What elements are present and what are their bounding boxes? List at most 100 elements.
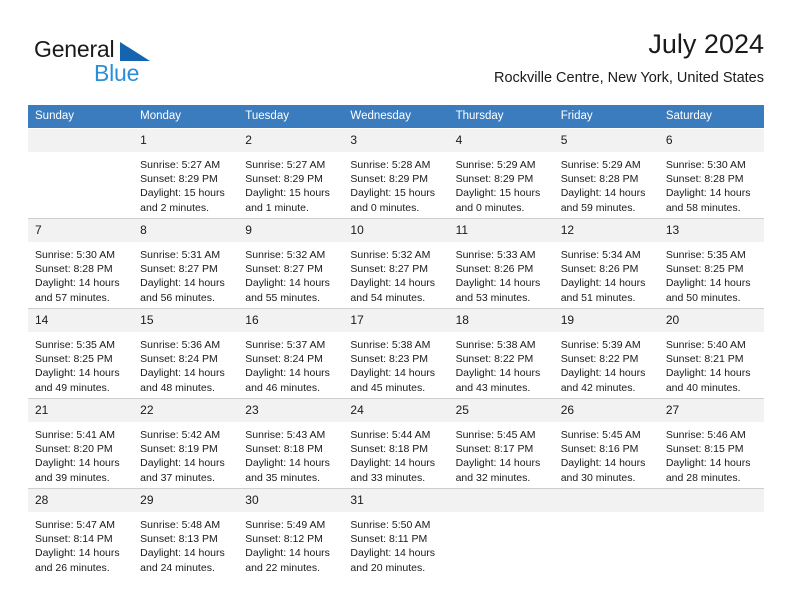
calendar-day-cell[interactable]: 22 Sunrise: 5:42 AM Sunset: 8:19 PM Dayligh… bbox=[133, 398, 239, 489]
daylight-line-1: Daylight: 14 hours bbox=[140, 457, 225, 470]
calendar-table: Sunday Monday Tuesday Wednesday Thursday… bbox=[28, 105, 764, 579]
daylight-line-2: and 53 minutes. bbox=[455, 291, 531, 304]
calendar-header-row: Sunday Monday Tuesday Wednesday Thursday… bbox=[28, 105, 764, 129]
daylight-line-2: and 59 minutes. bbox=[560, 201, 636, 214]
day-details: Sunrise: 5:37 AM Sunset: 8:24 PM Daylight:… bbox=[238, 332, 343, 395]
calendar-day-cell[interactable]: 8 Sunrise: 5:31 AM Sunset: 8:27 PM Daylight… bbox=[133, 218, 239, 309]
day-number: 29 bbox=[133, 489, 239, 512]
calendar-day-cell[interactable]: 19 Sunrise: 5:39 AM Sunset: 8:22 PM Dayligh… bbox=[553, 308, 659, 399]
title-block: July 2024 Rockville Centre, New York, Un… bbox=[494, 28, 764, 87]
calendar-day-cell[interactable]: 24 Sunrise: 5:44 AM Sunset: 8:18 PM Dayligh… bbox=[343, 398, 449, 489]
column-header-tuesday: Tuesday bbox=[238, 105, 344, 129]
day-details: Sunrise: 5:46 AM Sunset: 8:15 PM Daylight:… bbox=[659, 422, 764, 485]
calendar-day-cell[interactable]: 14 Sunrise: 5:35 AM Sunset: 8:25 PM Dayligh… bbox=[28, 308, 134, 399]
day-number: 6 bbox=[658, 129, 764, 152]
sunset-time: Sunset: 8:18 PM bbox=[245, 443, 323, 456]
calendar-day-cell[interactable]: 5 Sunrise: 5:29 AM Sunset: 8:28 PM Daylight… bbox=[553, 128, 659, 219]
sunrise-time: Sunrise: 5:30 AM bbox=[665, 159, 746, 171]
calendar-day-cell[interactable]: 2 Sunrise: 5:27 AM Sunset: 8:29 PM Daylight… bbox=[238, 128, 344, 219]
daylight-line-2: and 0 minutes. bbox=[455, 201, 525, 214]
calendar-day-cell[interactable]: 21 Sunrise: 5:41 AM Sunset: 8:20 PM Dayligh… bbox=[28, 398, 134, 489]
calendar-day-cell[interactable]: 1 Sunrise: 5:27 AM Sunset: 8:29 PM Daylight… bbox=[133, 128, 239, 219]
daylight-line-2: and 0 minutes. bbox=[350, 201, 420, 214]
day-number: 24 bbox=[343, 399, 449, 422]
day-number bbox=[28, 129, 134, 152]
sunset-time: Sunset: 8:19 PM bbox=[140, 443, 218, 456]
sunrise-time: Sunrise: 5:49 AM bbox=[245, 519, 326, 531]
daylight-line-1: Daylight: 15 hours bbox=[350, 187, 436, 200]
logo-word-general: General bbox=[34, 36, 115, 62]
calendar-day-cell[interactable]: 9 Sunrise: 5:32 AM Sunset: 8:27 PM Daylight… bbox=[238, 218, 344, 309]
sunrise-time: Sunrise: 5:34 AM bbox=[560, 249, 641, 261]
calendar-day-cell[interactable]: 26 Sunrise: 5:45 AM Sunset: 8:16 PM Dayligh… bbox=[553, 398, 659, 489]
calendar-day-cell[interactable]: 18 Sunrise: 5:38 AM Sunset: 8:22 PM Dayligh… bbox=[448, 308, 554, 399]
sunrise-time: Sunrise: 5:29 AM bbox=[560, 159, 641, 171]
calendar-week-row: 28 Sunrise: 5:47 AM Sunset: 8:14 PM Dayligh… bbox=[28, 488, 764, 579]
calendar-cell-empty bbox=[658, 488, 764, 579]
calendar-day-cell[interactable]: 7 Sunrise: 5:30 AM Sunset: 8:28 PM Daylight… bbox=[28, 218, 134, 309]
calendar-day-cell[interactable]: 28 Sunrise: 5:47 AM Sunset: 8:14 PM Dayligh… bbox=[28, 488, 134, 579]
day-details: Sunrise: 5:34 AM Sunset: 8:26 PM Daylight:… bbox=[554, 242, 659, 305]
daylight-line-1: Daylight: 14 hours bbox=[665, 187, 751, 200]
calendar-day-cell[interactable]: 31 Sunrise: 5:50 AM Sunset: 8:11 PM Dayligh… bbox=[343, 488, 449, 579]
general-blue-logo[interactable]: General Blue bbox=[34, 36, 224, 92]
sunset-time: Sunset: 8:29 PM bbox=[245, 173, 323, 186]
calendar-day-cell[interactable]: 4 Sunrise: 5:29 AM Sunset: 8:29 PM Daylight… bbox=[448, 128, 554, 219]
day-number: 31 bbox=[343, 489, 449, 512]
sunset-time: Sunset: 8:28 PM bbox=[560, 173, 639, 186]
daylight-line-1: Daylight: 14 hours bbox=[245, 367, 330, 380]
day-number: 20 bbox=[658, 309, 764, 332]
location-subtitle: Rockville Centre, New York, United State… bbox=[494, 70, 764, 86]
day-number: 28 bbox=[28, 489, 134, 512]
calendar-day-cell[interactable]: 17 Sunrise: 5:38 AM Sunset: 8:23 PM Dayligh… bbox=[343, 308, 449, 399]
sunset-time: Sunset: 8:18 PM bbox=[350, 443, 429, 456]
sunset-time: Sunset: 8:29 PM bbox=[140, 173, 218, 186]
sunrise-time: Sunrise: 5:33 AM bbox=[455, 249, 536, 261]
sunset-time: Sunset: 8:22 PM bbox=[560, 353, 639, 366]
daylight-line-2: and 2 minutes. bbox=[140, 201, 210, 214]
calendar-day-cell[interactable]: 10 Sunrise: 5:32 AM Sunset: 8:27 PM Dayligh… bbox=[343, 218, 449, 309]
daylight-line-1: Daylight: 14 hours bbox=[560, 187, 646, 200]
day-number: 4 bbox=[448, 129, 554, 152]
calendar-day-cell[interactable]: 3 Sunrise: 5:28 AM Sunset: 8:29 PM Daylight… bbox=[343, 128, 449, 219]
daylight-line-1: Daylight: 14 hours bbox=[245, 457, 330, 470]
calendar-day-cell[interactable]: 6 Sunrise: 5:30 AM Sunset: 8:28 PM Daylight… bbox=[658, 128, 764, 219]
sunset-time: Sunset: 8:28 PM bbox=[665, 173, 744, 186]
day-details: Sunrise: 5:39 AM Sunset: 8:22 PM Daylight:… bbox=[554, 332, 659, 395]
sunset-time: Sunset: 8:26 PM bbox=[560, 263, 639, 276]
column-header-monday: Monday bbox=[133, 105, 239, 129]
sunrise-time: Sunrise: 5:47 AM bbox=[35, 519, 115, 531]
sunset-time: Sunset: 8:14 PM bbox=[35, 533, 113, 546]
daylight-line-1: Daylight: 15 hours bbox=[455, 187, 541, 200]
calendar-day-cell[interactable]: 25 Sunrise: 5:45 AM Sunset: 8:17 PM Dayligh… bbox=[448, 398, 554, 489]
calendar-day-cell[interactable]: 29 Sunrise: 5:48 AM Sunset: 8:13 PM Dayligh… bbox=[133, 488, 239, 579]
daylight-line-1: Daylight: 14 hours bbox=[665, 367, 751, 380]
calendar-day-cell[interactable]: 11 Sunrise: 5:33 AM Sunset: 8:26 PM Dayligh… bbox=[448, 218, 554, 309]
calendar-day-cell[interactable]: 16 Sunrise: 5:37 AM Sunset: 8:24 PM Dayligh… bbox=[238, 308, 344, 399]
sunset-time: Sunset: 8:29 PM bbox=[350, 173, 429, 186]
day-details: Sunrise: 5:48 AM Sunset: 8:13 PM Daylight:… bbox=[133, 512, 238, 575]
day-details: Sunrise: 5:33 AM Sunset: 8:26 PM Daylight:… bbox=[449, 242, 554, 305]
day-number: 19 bbox=[553, 309, 659, 332]
calendar-day-cell[interactable]: 12 Sunrise: 5:34 AM Sunset: 8:26 PM Dayligh… bbox=[553, 218, 659, 309]
calendar-day-cell[interactable]: 27 Sunrise: 5:46 AM Sunset: 8:15 PM Dayligh… bbox=[658, 398, 764, 489]
day-details: Sunrise: 5:29 AM Sunset: 8:29 PM Daylight:… bbox=[449, 152, 554, 215]
day-number: 3 bbox=[343, 129, 449, 152]
calendar-cell-empty bbox=[448, 488, 554, 579]
calendar-day-cell[interactable]: 30 Sunrise: 5:49 AM Sunset: 8:12 PM Dayligh… bbox=[238, 488, 344, 579]
calendar-week-row: 21 Sunrise: 5:41 AM Sunset: 8:20 PM Dayligh… bbox=[28, 398, 764, 489]
day-number bbox=[553, 489, 659, 512]
calendar-day-cell[interactable]: 23 Sunrise: 5:43 AM Sunset: 8:18 PM Dayligh… bbox=[238, 398, 344, 489]
daylight-line-1: Daylight: 14 hours bbox=[140, 547, 225, 560]
day-number: 10 bbox=[343, 219, 449, 242]
calendar-day-cell[interactable]: 15 Sunrise: 5:36 AM Sunset: 8:24 PM Dayligh… bbox=[133, 308, 239, 399]
day-number: 21 bbox=[28, 399, 134, 422]
calendar-day-cell[interactable]: 20 Sunrise: 5:40 AM Sunset: 8:21 PM Dayligh… bbox=[658, 308, 764, 399]
daylight-line-1: Daylight: 14 hours bbox=[140, 367, 225, 380]
column-header-wednesday: Wednesday bbox=[343, 105, 449, 129]
sunrise-time: Sunrise: 5:42 AM bbox=[140, 429, 221, 441]
sunrise-time: Sunrise: 5:31 AM bbox=[140, 249, 221, 261]
daylight-line-1: Daylight: 14 hours bbox=[560, 277, 646, 290]
calendar-day-cell[interactable]: 13 Sunrise: 5:35 AM Sunset: 8:25 PM Dayligh… bbox=[658, 218, 764, 309]
daylight-line-1: Daylight: 14 hours bbox=[35, 457, 120, 470]
